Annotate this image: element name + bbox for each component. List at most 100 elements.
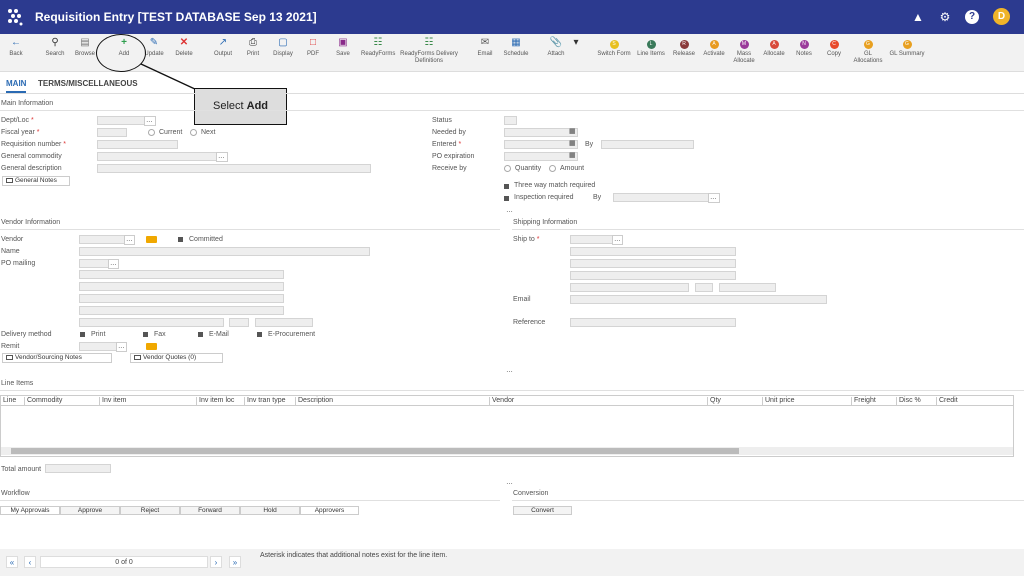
address-line-1[interactable]: [79, 270, 284, 279]
display-button[interactable]: ▢ Display: [271, 37, 295, 58]
zip-input[interactable]: [255, 318, 313, 327]
mass-allocate-button[interactable]: M Mass Allocate: [732, 37, 756, 65]
scrollbar-thumb[interactable]: [11, 448, 739, 454]
next-page-icon[interactable]: ›: [210, 556, 222, 568]
committed-checkbox[interactable]: [178, 237, 183, 242]
copy-button[interactable]: C Copy: [824, 37, 844, 58]
last-page-icon[interactable]: »: [229, 556, 241, 568]
hold-button[interactable]: Hold: [240, 506, 300, 515]
approvers-button[interactable]: Approvers: [300, 506, 359, 515]
current-radio[interactable]: [148, 129, 155, 136]
column-header[interactable]: Vendor: [489, 397, 514, 406]
entered-by-input[interactable]: [601, 140, 694, 149]
switch-form-button[interactable]: S Switch Form: [597, 37, 631, 58]
general-description-input[interactable]: [97, 164, 371, 173]
general-notes-button[interactable]: General Notes: [2, 176, 70, 186]
state-input[interactable]: [229, 318, 249, 327]
email-checkbox[interactable]: [198, 332, 203, 337]
readyforms-delivery-button[interactable]: ☷ ReadyForms Delivery Definitions: [400, 37, 458, 65]
column-header[interactable]: Line: [1, 397, 16, 406]
print-checkbox[interactable]: [80, 332, 85, 337]
dept-loc-lookup[interactable]: …: [144, 116, 156, 126]
tab-main[interactable]: MAIN: [6, 79, 27, 93]
reject-button[interactable]: Reject: [120, 506, 180, 515]
entered-input[interactable]: [504, 140, 578, 149]
schedule-button[interactable]: ▦ Schedule: [502, 37, 530, 58]
line-items-button[interactable]: L Line Items: [636, 37, 666, 58]
column-header[interactable]: Unit price: [762, 397, 795, 406]
po-mailing-lookup[interactable]: …: [108, 259, 119, 269]
requisition-number-input[interactable]: [97, 140, 178, 149]
readyforms-button[interactable]: ☷ ReadyForms: [361, 37, 395, 58]
email-button[interactable]: ✉ Email: [476, 37, 494, 58]
attach-dropdown[interactable]: ▾: [571, 37, 581, 51]
ship-to-lookup[interactable]: …: [612, 235, 623, 245]
column-header[interactable]: Description: [295, 397, 333, 406]
ship-city-input[interactable]: [570, 283, 689, 292]
back-button[interactable]: ← Back: [8, 37, 24, 58]
calendar-icon[interactable]: ▦: [569, 139, 576, 147]
collapse-handle[interactable]: …: [506, 207, 513, 214]
inspection-by-lookup[interactable]: …: [708, 193, 720, 203]
needed-by-input[interactable]: [504, 128, 578, 137]
avatar[interactable]: D: [993, 8, 1010, 25]
horizontal-scrollbar[interactable]: [1, 447, 1013, 455]
line-items-grid[interactable]: Line Commodity Inv item Inv item loc Inv…: [0, 395, 1014, 457]
vendor-lookup[interactable]: …: [124, 235, 135, 245]
folder-icon[interactable]: [146, 236, 157, 243]
folder-icon[interactable]: [146, 343, 157, 350]
notes-button[interactable]: N Notes: [794, 37, 814, 58]
next-radio[interactable]: [190, 129, 197, 136]
inspection-checkbox[interactable]: [504, 196, 509, 201]
amount-radio[interactable]: [549, 165, 556, 172]
remit-lookup[interactable]: …: [116, 342, 127, 352]
general-commodity-input[interactable]: [97, 152, 217, 161]
browse-button[interactable]: ▤ Browse: [74, 37, 96, 58]
ship-email-input[interactable]: [570, 295, 827, 304]
my-approvals-button[interactable]: My Approvals: [0, 506, 60, 515]
ship-address-2[interactable]: [570, 259, 736, 268]
fax-checkbox[interactable]: [143, 332, 148, 337]
update-button[interactable]: ✎ Update: [143, 37, 165, 58]
column-header[interactable]: Credit: [936, 397, 958, 406]
po-expiration-input[interactable]: [504, 152, 578, 161]
allocate-button[interactable]: A Allocate: [762, 37, 786, 58]
three-way-checkbox[interactable]: [504, 184, 509, 189]
inspection-by-input[interactable]: [613, 193, 709, 202]
column-header[interactable]: Inv item: [99, 397, 127, 406]
collapse-handle[interactable]: …: [506, 367, 513, 374]
name-input[interactable]: [79, 247, 370, 256]
release-button[interactable]: R Release: [673, 37, 695, 58]
column-header[interactable]: Qty: [707, 397, 721, 406]
quantity-radio[interactable]: [504, 165, 511, 172]
column-header[interactable]: Inv item loc: [196, 397, 234, 406]
pdf-button[interactable]: □ PDF: [304, 37, 322, 58]
first-page-icon[interactable]: «: [6, 556, 18, 568]
fiscal-year-input[interactable]: [97, 128, 127, 137]
approve-button[interactable]: Approve: [60, 506, 120, 515]
prev-page-icon[interactable]: ‹: [24, 556, 36, 568]
dept-loc-input[interactable]: [97, 116, 145, 125]
po-mailing-input[interactable]: [79, 259, 109, 268]
ship-address-3[interactable]: [570, 271, 736, 280]
save-button[interactable]: ▣ Save: [334, 37, 352, 58]
address-line-4[interactable]: [79, 306, 284, 315]
ship-address-1[interactable]: [570, 247, 736, 256]
attach-button[interactable]: 📎 Attach: [545, 37, 567, 58]
general-commodity-lookup[interactable]: …: [216, 152, 228, 162]
search-button[interactable]: ⚲ Search: [44, 37, 66, 58]
eprocurement-checkbox[interactable]: [257, 332, 262, 337]
help-icon[interactable]: ?: [965, 10, 979, 24]
vendor-quotes-button[interactable]: Vendor Quotes (0): [130, 353, 223, 363]
ship-zip-input[interactable]: [719, 283, 776, 292]
activate-button[interactable]: A Activate: [702, 37, 726, 58]
vendor-input[interactable]: [79, 235, 125, 244]
convert-button[interactable]: Convert: [513, 506, 572, 515]
gl-allocations-button[interactable]: G GL Allocations: [852, 37, 884, 65]
graduation-cap-icon[interactable]: ▲: [911, 10, 925, 24]
calendar-icon[interactable]: ▦: [569, 151, 576, 159]
reference-input[interactable]: [570, 318, 736, 327]
collapse-handle[interactable]: …: [506, 479, 513, 486]
remit-input[interactable]: [79, 342, 117, 351]
gear-icon[interactable]: ⚙: [938, 10, 952, 24]
